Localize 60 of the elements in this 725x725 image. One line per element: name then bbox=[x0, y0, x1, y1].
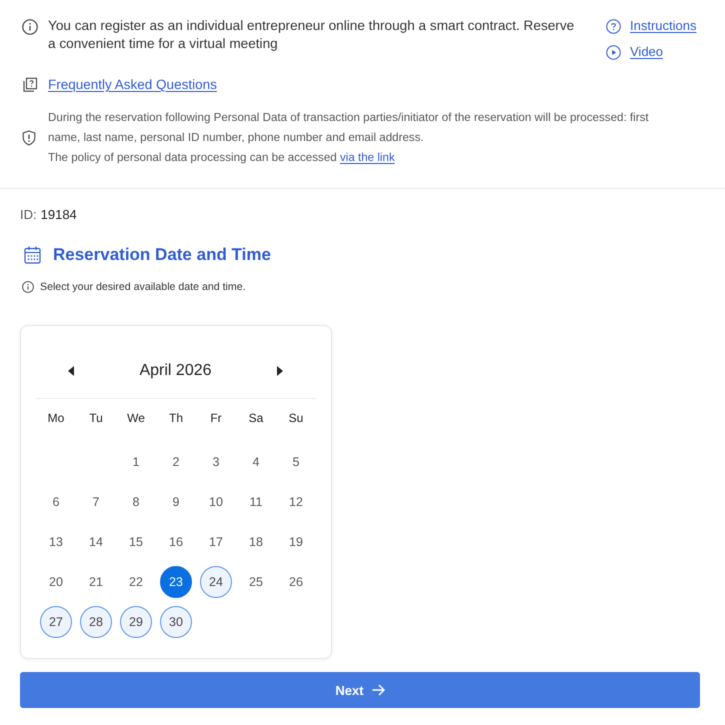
arrow-right-icon bbox=[372, 684, 385, 696]
calendar-day: 18 bbox=[240, 526, 272, 558]
calendar-day: 19 bbox=[280, 526, 312, 558]
calendar-day[interactable]: 30 bbox=[160, 606, 192, 638]
weekday-label: Tu bbox=[89, 411, 103, 425]
calendar-day[interactable]: 23 bbox=[160, 566, 192, 598]
calendar-day: 12 bbox=[280, 486, 312, 518]
calendar-icon bbox=[24, 246, 41, 264]
calendar-day[interactable]: 24 bbox=[200, 566, 232, 598]
privacy-text: During the reservation following Personal Data of transaction parties/initiator of the reservation will be processed: first name, last name, personal ID number, phone number and email address. bbox=[48, 110, 650, 146]
calendar-day: 10 bbox=[200, 486, 232, 518]
help-icon bbox=[606, 18, 621, 34]
calendar-day: 11 bbox=[240, 486, 272, 518]
calendar-day: 15 bbox=[120, 526, 152, 558]
weekday-label: We bbox=[127, 411, 145, 425]
calendar-day: 21 bbox=[80, 566, 112, 598]
calendar-day[interactable]: 29 bbox=[120, 606, 152, 638]
weekday-label: Su bbox=[288, 411, 304, 425]
calendar-day: 9 bbox=[160, 486, 192, 518]
calendar-day: 26 bbox=[280, 566, 312, 598]
id-label: ID: bbox=[20, 207, 37, 223]
weekday-label: Th bbox=[168, 411, 183, 425]
calendar-day: 1 bbox=[120, 446, 152, 478]
hint-text: Select your desired available date and time. bbox=[40, 280, 246, 294]
caret-left-icon bbox=[68, 366, 74, 376]
calendar-day: 8 bbox=[120, 486, 152, 518]
weekday-label: Fr bbox=[210, 411, 222, 425]
calendar-day: 4 bbox=[240, 446, 272, 478]
id-value: 19184 bbox=[40, 207, 77, 223]
calendar-day: 16 bbox=[160, 526, 192, 558]
info-icon bbox=[22, 19, 38, 35]
calendar-day: 17 bbox=[200, 526, 232, 558]
month-title: April 2026 bbox=[139, 362, 212, 380]
calendar-day: 7 bbox=[80, 486, 112, 518]
calendar-day: 5 bbox=[280, 446, 312, 478]
faq-icon bbox=[22, 77, 38, 93]
faq-link[interactable]: Frequently Asked Questions bbox=[48, 76, 217, 94]
video-link[interactable]: Video bbox=[630, 43, 664, 61]
calendar-day: 14 bbox=[80, 526, 112, 558]
calendar-day[interactable]: 28 bbox=[80, 606, 112, 638]
section-title: Reservation Date and Time bbox=[53, 244, 271, 266]
calendar-day: 3 bbox=[200, 446, 232, 478]
calendar-day: 20 bbox=[40, 566, 72, 598]
calendar-day: 6 bbox=[40, 486, 72, 518]
info-icon bbox=[22, 281, 34, 293]
calendar-day: 25 bbox=[240, 566, 272, 598]
play-icon bbox=[606, 44, 621, 60]
instructions-link[interactable]: Instructions bbox=[630, 17, 696, 35]
notice-text: You can register as an individual entrepreneur online through a smart contract. Reserve a convenient time for a virtual meeting bbox=[48, 17, 576, 53]
calendar-day[interactable]: 27 bbox=[40, 606, 72, 638]
calendar-day: 22 bbox=[120, 566, 152, 598]
calendar-day: 13 bbox=[40, 526, 72, 558]
shield-icon bbox=[22, 130, 36, 146]
calendar-day: 2 bbox=[160, 446, 192, 478]
weekday-label: Sa bbox=[248, 411, 264, 425]
policy-text: The policy of personal data processing can be accessed via the link bbox=[48, 150, 396, 166]
weekday-label: Mo bbox=[48, 411, 64, 425]
caret-right-icon bbox=[276, 366, 283, 376]
next-button[interactable]: Next bbox=[20, 672, 700, 708]
policy-link[interactable]: via the link bbox=[340, 151, 395, 164]
